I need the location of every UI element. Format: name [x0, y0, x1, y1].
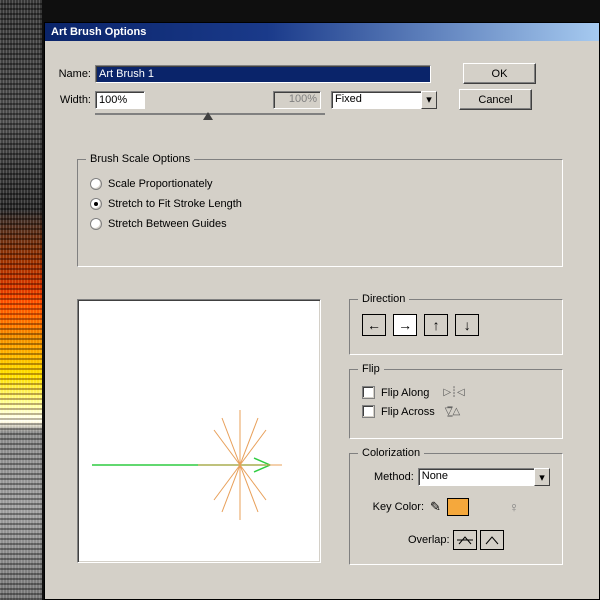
checkbox-icon: [362, 386, 375, 399]
method-value: None: [418, 468, 534, 486]
cancel-button[interactable]: Cancel: [459, 89, 532, 110]
radio-scale-proportionately[interactable]: Scale Proportionately: [90, 178, 550, 190]
direction-fieldset: Direction ← → ↑ ↓: [349, 299, 563, 355]
width-readonly: 100%: [273, 91, 321, 109]
art-brush-options-dialog: Art Brush Options Name: OK Width: 100% F…: [44, 22, 600, 600]
scale-legend: Brush Scale Options: [86, 153, 194, 165]
flip-across-icon: ▽̲̅△: [445, 406, 460, 417]
direction-down-button[interactable]: ↓: [455, 314, 479, 336]
radio-icon: [90, 178, 102, 190]
radio-stretch-guides[interactable]: Stretch Between Guides: [90, 218, 550, 230]
ok-button[interactable]: OK: [463, 63, 536, 84]
name-label: Name:: [51, 68, 91, 80]
checkbox-icon: [362, 405, 375, 418]
flip-along-icon: ▷┊◁: [443, 387, 464, 398]
radio-icon: [90, 198, 102, 210]
width-mode-value: Fixed: [331, 91, 421, 109]
overlap-label: Overlap:: [408, 534, 450, 546]
brush-scale-fieldset: Brush Scale Options Scale Proportionatel…: [77, 159, 563, 267]
flip-across-checkbox[interactable]: Flip Across ▽̲̅△: [362, 405, 550, 418]
key-color-swatch[interactable]: [447, 498, 469, 516]
name-input[interactable]: [95, 65, 431, 83]
width-mode-select[interactable]: Fixed ▾: [331, 91, 437, 109]
flip-along-checkbox[interactable]: Flip Along ▷┊◁: [362, 386, 550, 399]
method-label: Method:: [362, 471, 414, 483]
overlap-option-1[interactable]: [453, 530, 477, 550]
background-texture: [0, 0, 42, 600]
dialog-title: Art Brush Options: [51, 26, 146, 38]
key-color-label: Key Color:: [362, 501, 424, 513]
slider-thumb[interactable]: [203, 112, 213, 120]
overlap-option-2[interactable]: [480, 530, 504, 550]
chevron-down-icon: ▾: [534, 468, 550, 486]
flip-legend: Flip: [358, 363, 384, 375]
eyedropper-icon[interactable]: ✎: [430, 499, 441, 515]
brush-preview: [77, 299, 321, 563]
titlebar: Art Brush Options: [45, 23, 599, 41]
direction-left-button[interactable]: ←: [362, 314, 386, 336]
direction-right-button[interactable]: →: [393, 314, 417, 336]
width-slider[interactable]: [95, 113, 325, 115]
direction-up-button[interactable]: ↑: [424, 314, 448, 336]
width-input[interactable]: [95, 91, 145, 109]
radio-stretch-fit[interactable]: Stretch to Fit Stroke Length: [90, 198, 550, 210]
chevron-down-icon: ▾: [421, 91, 437, 109]
flip-fieldset: Flip Flip Along ▷┊◁ Flip Across ▽̲̅△: [349, 369, 563, 439]
method-select[interactable]: None ▾: [418, 468, 550, 486]
direction-legend: Direction: [358, 293, 409, 305]
radio-icon: [90, 218, 102, 230]
colorization-legend: Colorization: [358, 447, 424, 459]
colorization-fieldset: Colorization Method: None ▾ Key Color: ✎…: [349, 453, 563, 565]
width-label: Width:: [51, 94, 91, 106]
tips-icon[interactable]: ♀: [509, 499, 520, 515]
